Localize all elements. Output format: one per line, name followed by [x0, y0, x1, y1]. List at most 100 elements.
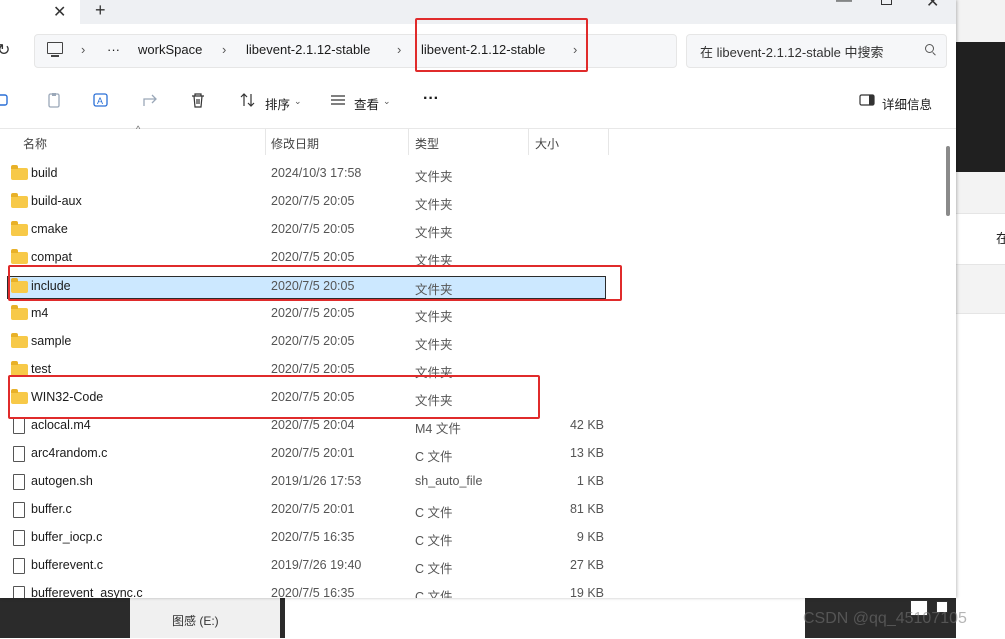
column-divider[interactable] [608, 129, 609, 155]
file-date: 2020/7/5 16:35 [271, 586, 355, 598]
sort-icon[interactable] [240, 92, 256, 108]
column-header-date[interactable]: 修改日期 [271, 135, 319, 152]
file-icon [13, 474, 25, 490]
active-tab[interactable]: ✕ [0, 0, 80, 24]
view-button[interactable]: 查看 [354, 94, 379, 113]
file-row[interactable]: bufferevent_async.c 2020/7/5 16:35 C 文件 19 … [8, 580, 604, 598]
details-pane-button[interactable]: 详细信息 [882, 94, 932, 113]
column-divider[interactable] [265, 129, 266, 155]
file-name: buffer.c [31, 502, 72, 516]
sort-ascending-icon: ^ [136, 124, 141, 134]
file-name: sample [31, 334, 72, 348]
file-type: 文件夹 [415, 310, 453, 324]
file-row[interactable]: buffer_iocp.c 2020/7/5 16:35 C 文件 9 KB [8, 524, 604, 552]
file-date: 2020/7/5 20:05 [271, 306, 355, 320]
column-header-size[interactable]: 大小 [535, 135, 559, 152]
close-window-button[interactable]: ✕ [926, 0, 939, 12]
file-type: C 文件 [415, 506, 453, 520]
folder-icon [11, 193, 28, 208]
file-date: 2020/7/5 20:01 [271, 502, 355, 516]
file-date: 2024/10/3 17:58 [271, 166, 362, 180]
background-panel [956, 313, 1005, 639]
sort-button[interactable]: 排序 [265, 94, 290, 113]
breadcrumb-item-libevent[interactable]: libevent-2.1.12-stable [246, 42, 370, 57]
file-date: 2020/7/5 20:05 [271, 250, 355, 264]
file-type: 文件夹 [415, 198, 453, 212]
file-size: 13 KB [569, 446, 604, 460]
file-row[interactable]: sample 2020/7/5 20:05 文件夹 [8, 328, 604, 356]
scrollbar-thumb[interactable] [946, 146, 950, 216]
paste-icon[interactable] [46, 92, 62, 108]
share-icon[interactable] [142, 92, 158, 108]
annotation-highlight-breadcrumb [415, 18, 588, 72]
folder-icon [11, 333, 28, 348]
file-date: 2020/7/5 20:01 [271, 446, 355, 460]
file-date: 2020/7/5 20:04 [271, 418, 355, 432]
file-name: test [31, 362, 52, 376]
breadcrumb-more[interactable]: ··· [107, 42, 120, 57]
more-options-button[interactable]: ··· [423, 90, 439, 108]
file-row[interactable]: cmake 2020/7/5 20:05 文件夹 [8, 216, 604, 244]
minimize-button[interactable]: — [836, 0, 852, 10]
chevron-right-icon[interactable]: › [81, 42, 85, 57]
maximize-button[interactable] [881, 0, 892, 5]
refresh-icon[interactable]: ↻ [0, 40, 10, 60]
details-pane-icon[interactable] [859, 92, 875, 108]
file-name: m4 [31, 306, 49, 320]
file-row[interactable]: build 2024/10/3 17:58 文件夹 [8, 160, 604, 188]
folder-icon [11, 249, 28, 264]
search-icon[interactable] [925, 44, 934, 53]
file-explorer-window: ✕ + — ✕ ↻ › ··· workSpace › libevent-2.1… [0, 0, 956, 598]
file-row[interactable]: bufferevent.c 2019/7/26 19:40 C 文件 27 KB [8, 552, 604, 580]
file-size: 81 KB [569, 502, 604, 516]
column-header-type[interactable]: 类型 [415, 135, 439, 152]
file-date: 2020/7/5 20:05 [271, 334, 355, 348]
file-name: bufferevent.c [31, 558, 104, 572]
file-type: C 文件 [415, 534, 453, 548]
column-divider[interactable] [528, 129, 529, 155]
file-row[interactable]: build-aux 2020/7/5 20:05 文件夹 [8, 188, 604, 216]
file-type: C 文件 [415, 590, 453, 598]
file-icon [13, 446, 25, 462]
breadcrumb-item-workspace[interactable]: workSpace [138, 42, 202, 57]
copy-path-icon[interactable] [0, 92, 12, 108]
file-size: 19 KB [569, 586, 604, 598]
file-row[interactable]: autogen.sh 2019/1/26 17:53 sh_auto_file 1 K… [8, 468, 604, 496]
background-content [285, 598, 805, 638]
watermark-text: CSDN @qq_45107105 [803, 610, 967, 627]
file-name: autogen.sh [31, 474, 93, 488]
file-date: 2019/7/26 19:40 [271, 558, 362, 572]
file-type: 文件夹 [415, 170, 453, 184]
file-name: bufferevent_async.c [31, 586, 143, 598]
file-row[interactable]: buffer.c 2020/7/5 20:01 C 文件 81 KB [8, 496, 604, 524]
file-type: M4 文件 [415, 422, 461, 436]
chevron-right-icon[interactable]: › [222, 42, 226, 57]
file-row[interactable]: arc4random.c 2020/7/5 20:01 C 文件 13 KB [8, 440, 604, 468]
file-name: cmake [31, 222, 68, 236]
new-tab-button[interactable]: + [95, 0, 106, 21]
chevron-down-icon[interactable]: ⌄ [383, 96, 391, 107]
file-name: build [31, 166, 58, 180]
close-tab-button[interactable]: ✕ [53, 2, 66, 22]
file-date: 2020/7/5 16:35 [271, 530, 355, 544]
file-icon [13, 418, 25, 434]
folder-icon [11, 165, 28, 180]
file-icon [13, 558, 25, 574]
delete-icon[interactable] [190, 92, 206, 108]
column-header-name[interactable]: 名称 [23, 135, 47, 152]
rename-icon[interactable]: A [93, 92, 109, 108]
view-icon[interactable] [330, 92, 346, 108]
file-icon [13, 586, 25, 598]
file-size: 9 KB [576, 530, 604, 544]
file-icon [13, 502, 25, 518]
annotation-highlight-win32 [8, 375, 540, 419]
computer-icon [47, 42, 63, 57]
chevron-down-icon[interactable]: ⌄ [294, 96, 302, 107]
file-date: 2019/1/26 17:53 [271, 474, 362, 488]
chevron-right-icon[interactable]: › [397, 42, 401, 57]
file-name: buffer_iocp.c [31, 530, 103, 544]
file-row[interactable]: m4 2020/7/5 20:05 文件夹 [8, 300, 604, 328]
file-type: 文件夹 [415, 338, 453, 352]
search-input[interactable]: 在 libevent-2.1.12-stable 中搜索 [700, 42, 884, 61]
column-divider[interactable] [408, 129, 409, 155]
